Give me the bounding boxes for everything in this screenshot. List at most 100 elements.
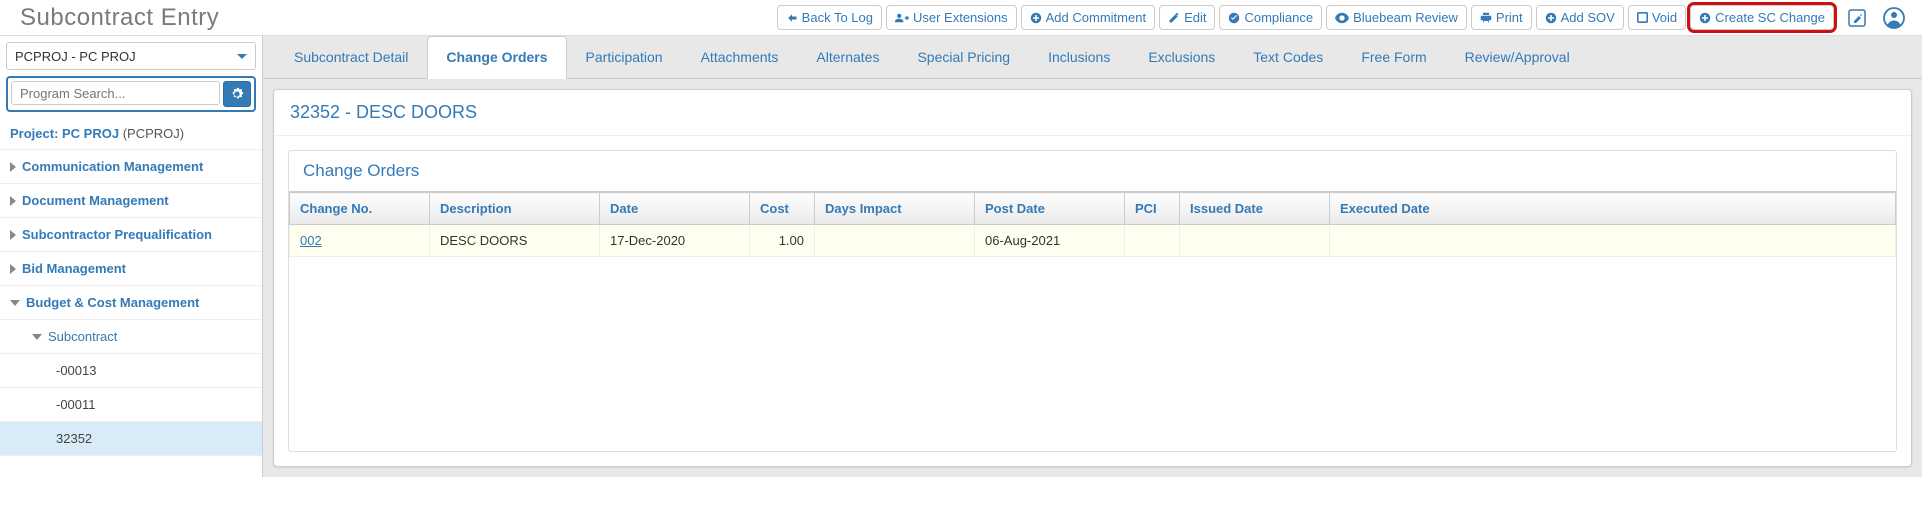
eye-icon [1335, 12, 1349, 24]
col-description[interactable]: Description [430, 193, 600, 225]
sidebar-leaf-00011[interactable]: -00011 [0, 388, 262, 422]
cell-cost: 1.00 [750, 225, 815, 257]
table-scroll[interactable]: Change No. Description Date Cost Days Im… [289, 191, 1896, 451]
cell-issued-date [1180, 225, 1330, 257]
sidebar-leaf-00013[interactable]: -00013 [0, 354, 262, 388]
col-date[interactable]: Date [600, 193, 750, 225]
user-plus-icon [895, 12, 909, 24]
tab-bar: Subcontract Detail Change Orders Partici… [263, 36, 1922, 79]
col-change-no[interactable]: Change No. [290, 193, 430, 225]
plus-circle-icon [1030, 12, 1042, 24]
tab-attachments[interactable]: Attachments [682, 36, 798, 78]
sidebar-item-budget-cost[interactable]: Budget & Cost Management [0, 286, 262, 320]
label: Create SC Change [1715, 10, 1825, 25]
col-days-impact[interactable]: Days Impact [815, 193, 975, 225]
panel-title: 32352 - DESC DOORS [274, 90, 1911, 136]
header-actions: Back To Log User Extensions Add Commitme… [777, 5, 1834, 30]
sidebar: PCPROJ - PC PROJ Project: PC PROJ (PCPRO… [0, 36, 263, 477]
change-orders-table: Change No. Description Date Cost Days Im… [289, 192, 1896, 257]
col-post-date[interactable]: Post Date [975, 193, 1125, 225]
label: Subcontractor Prequalification [22, 227, 252, 242]
sidebar-item-subcontract[interactable]: Subcontract [0, 320, 262, 354]
add-sov-button[interactable]: Add SOV [1536, 5, 1624, 30]
tab-alternates[interactable]: Alternates [797, 36, 898, 78]
label: Add Commitment [1046, 10, 1146, 25]
label: Back To Log [802, 10, 873, 25]
caret-down-icon [10, 300, 20, 306]
sidebar-item-document[interactable]: Document Management [0, 184, 262, 218]
grid-title: Change Orders [289, 151, 1896, 191]
content-area: Subcontract Detail Change Orders Partici… [263, 36, 1922, 477]
sidebar-item-bid[interactable]: Bid Management [0, 252, 262, 286]
sidebar-leaf-32352[interactable]: 32352 [0, 422, 262, 456]
sidebar-item-subcontractor-prequal[interactable]: Subcontractor Prequalification [0, 218, 262, 252]
compliance-button[interactable]: Compliance [1219, 5, 1322, 30]
tab-review-approval[interactable]: Review/Approval [1446, 36, 1589, 78]
cell-change-no[interactable]: 002 [290, 225, 430, 257]
caret-right-icon [10, 196, 16, 206]
project-select-value: PCPROJ - PC PROJ [15, 49, 136, 64]
change-no-link[interactable]: 002 [300, 233, 322, 248]
tab-free-form[interactable]: Free Form [1342, 36, 1445, 78]
label: User Extensions [913, 10, 1008, 25]
caret-down-icon [237, 54, 247, 59]
cell-executed-date [1330, 225, 1896, 257]
label: -00011 [56, 397, 252, 412]
label: Compliance [1244, 10, 1313, 25]
tab-subcontract-detail[interactable]: Subcontract Detail [275, 36, 427, 78]
label: Edit [1184, 10, 1206, 25]
label: Subcontract [48, 329, 252, 344]
tab-special-pricing[interactable]: Special Pricing [898, 36, 1029, 78]
label: Print [1496, 10, 1523, 25]
main-layout: PCPROJ - PC PROJ Project: PC PROJ (PCPRO… [0, 36, 1922, 477]
cell-pci [1125, 225, 1180, 257]
header-right-icons [1844, 4, 1914, 32]
back-to-log-button[interactable]: Back To Log [777, 5, 882, 30]
col-pci[interactable]: PCI [1125, 193, 1180, 225]
bluebeam-review-button[interactable]: Bluebeam Review [1326, 5, 1467, 30]
cell-description: DESC DOORS [430, 225, 600, 257]
label: -00013 [56, 363, 252, 378]
page-title: Subcontract Entry [8, 4, 219, 32]
void-button[interactable]: Void [1628, 5, 1686, 30]
col-cost[interactable]: Cost [750, 193, 815, 225]
project-select[interactable]: PCPROJ - PC PROJ [6, 42, 256, 70]
create-sc-change-button[interactable]: Create SC Change [1690, 5, 1834, 30]
check-circle-icon [1228, 12, 1240, 24]
program-search-input[interactable] [11, 81, 220, 105]
col-executed-date[interactable]: Executed Date [1330, 193, 1896, 225]
user-extensions-button[interactable]: User Extensions [886, 5, 1017, 30]
tab-change-orders[interactable]: Change Orders [427, 36, 566, 79]
plus-circle-icon [1699, 12, 1711, 24]
plus-circle-icon [1545, 12, 1557, 24]
tab-text-codes[interactable]: Text Codes [1234, 36, 1342, 78]
table-row[interactable]: 002 DESC DOORS 17-Dec-2020 1.00 06-Aug-2… [290, 225, 1896, 257]
square-icon [1637, 12, 1648, 23]
cell-days-impact [815, 225, 975, 257]
label: Budget & Cost Management [26, 295, 252, 310]
label: Communication Management [22, 159, 252, 174]
tab-exclusions[interactable]: Exclusions [1129, 36, 1234, 78]
arrow-left-icon [786, 12, 798, 24]
edit-button[interactable]: Edit [1159, 5, 1215, 30]
tab-inclusions[interactable]: Inclusions [1029, 36, 1129, 78]
search-settings-button[interactable] [223, 81, 251, 107]
label: Bid Management [22, 261, 252, 276]
label: Document Management [22, 193, 252, 208]
label: 32352 [56, 431, 252, 446]
print-button[interactable]: Print [1471, 5, 1532, 30]
main-panel: 32352 - DESC DOORS Change Orders Change … [273, 89, 1912, 467]
caret-right-icon [10, 162, 16, 172]
edit-note-icon[interactable] [1844, 5, 1870, 31]
cell-date: 17-Dec-2020 [600, 225, 750, 257]
col-issued-date[interactable]: Issued Date [1180, 193, 1330, 225]
project-label: Project: PC PROJ [10, 126, 119, 141]
label: Bluebeam Review [1353, 10, 1458, 25]
table-header-row: Change No. Description Date Cost Days Im… [290, 193, 1896, 225]
user-circle-icon[interactable] [1880, 4, 1908, 32]
sidebar-item-communication[interactable]: Communication Management [0, 150, 262, 184]
tab-participation[interactable]: Participation [567, 36, 682, 78]
add-commitment-button[interactable]: Add Commitment [1021, 5, 1155, 30]
project-select-row: PCPROJ - PC PROJ [0, 36, 262, 76]
pencil-icon [1168, 12, 1180, 24]
